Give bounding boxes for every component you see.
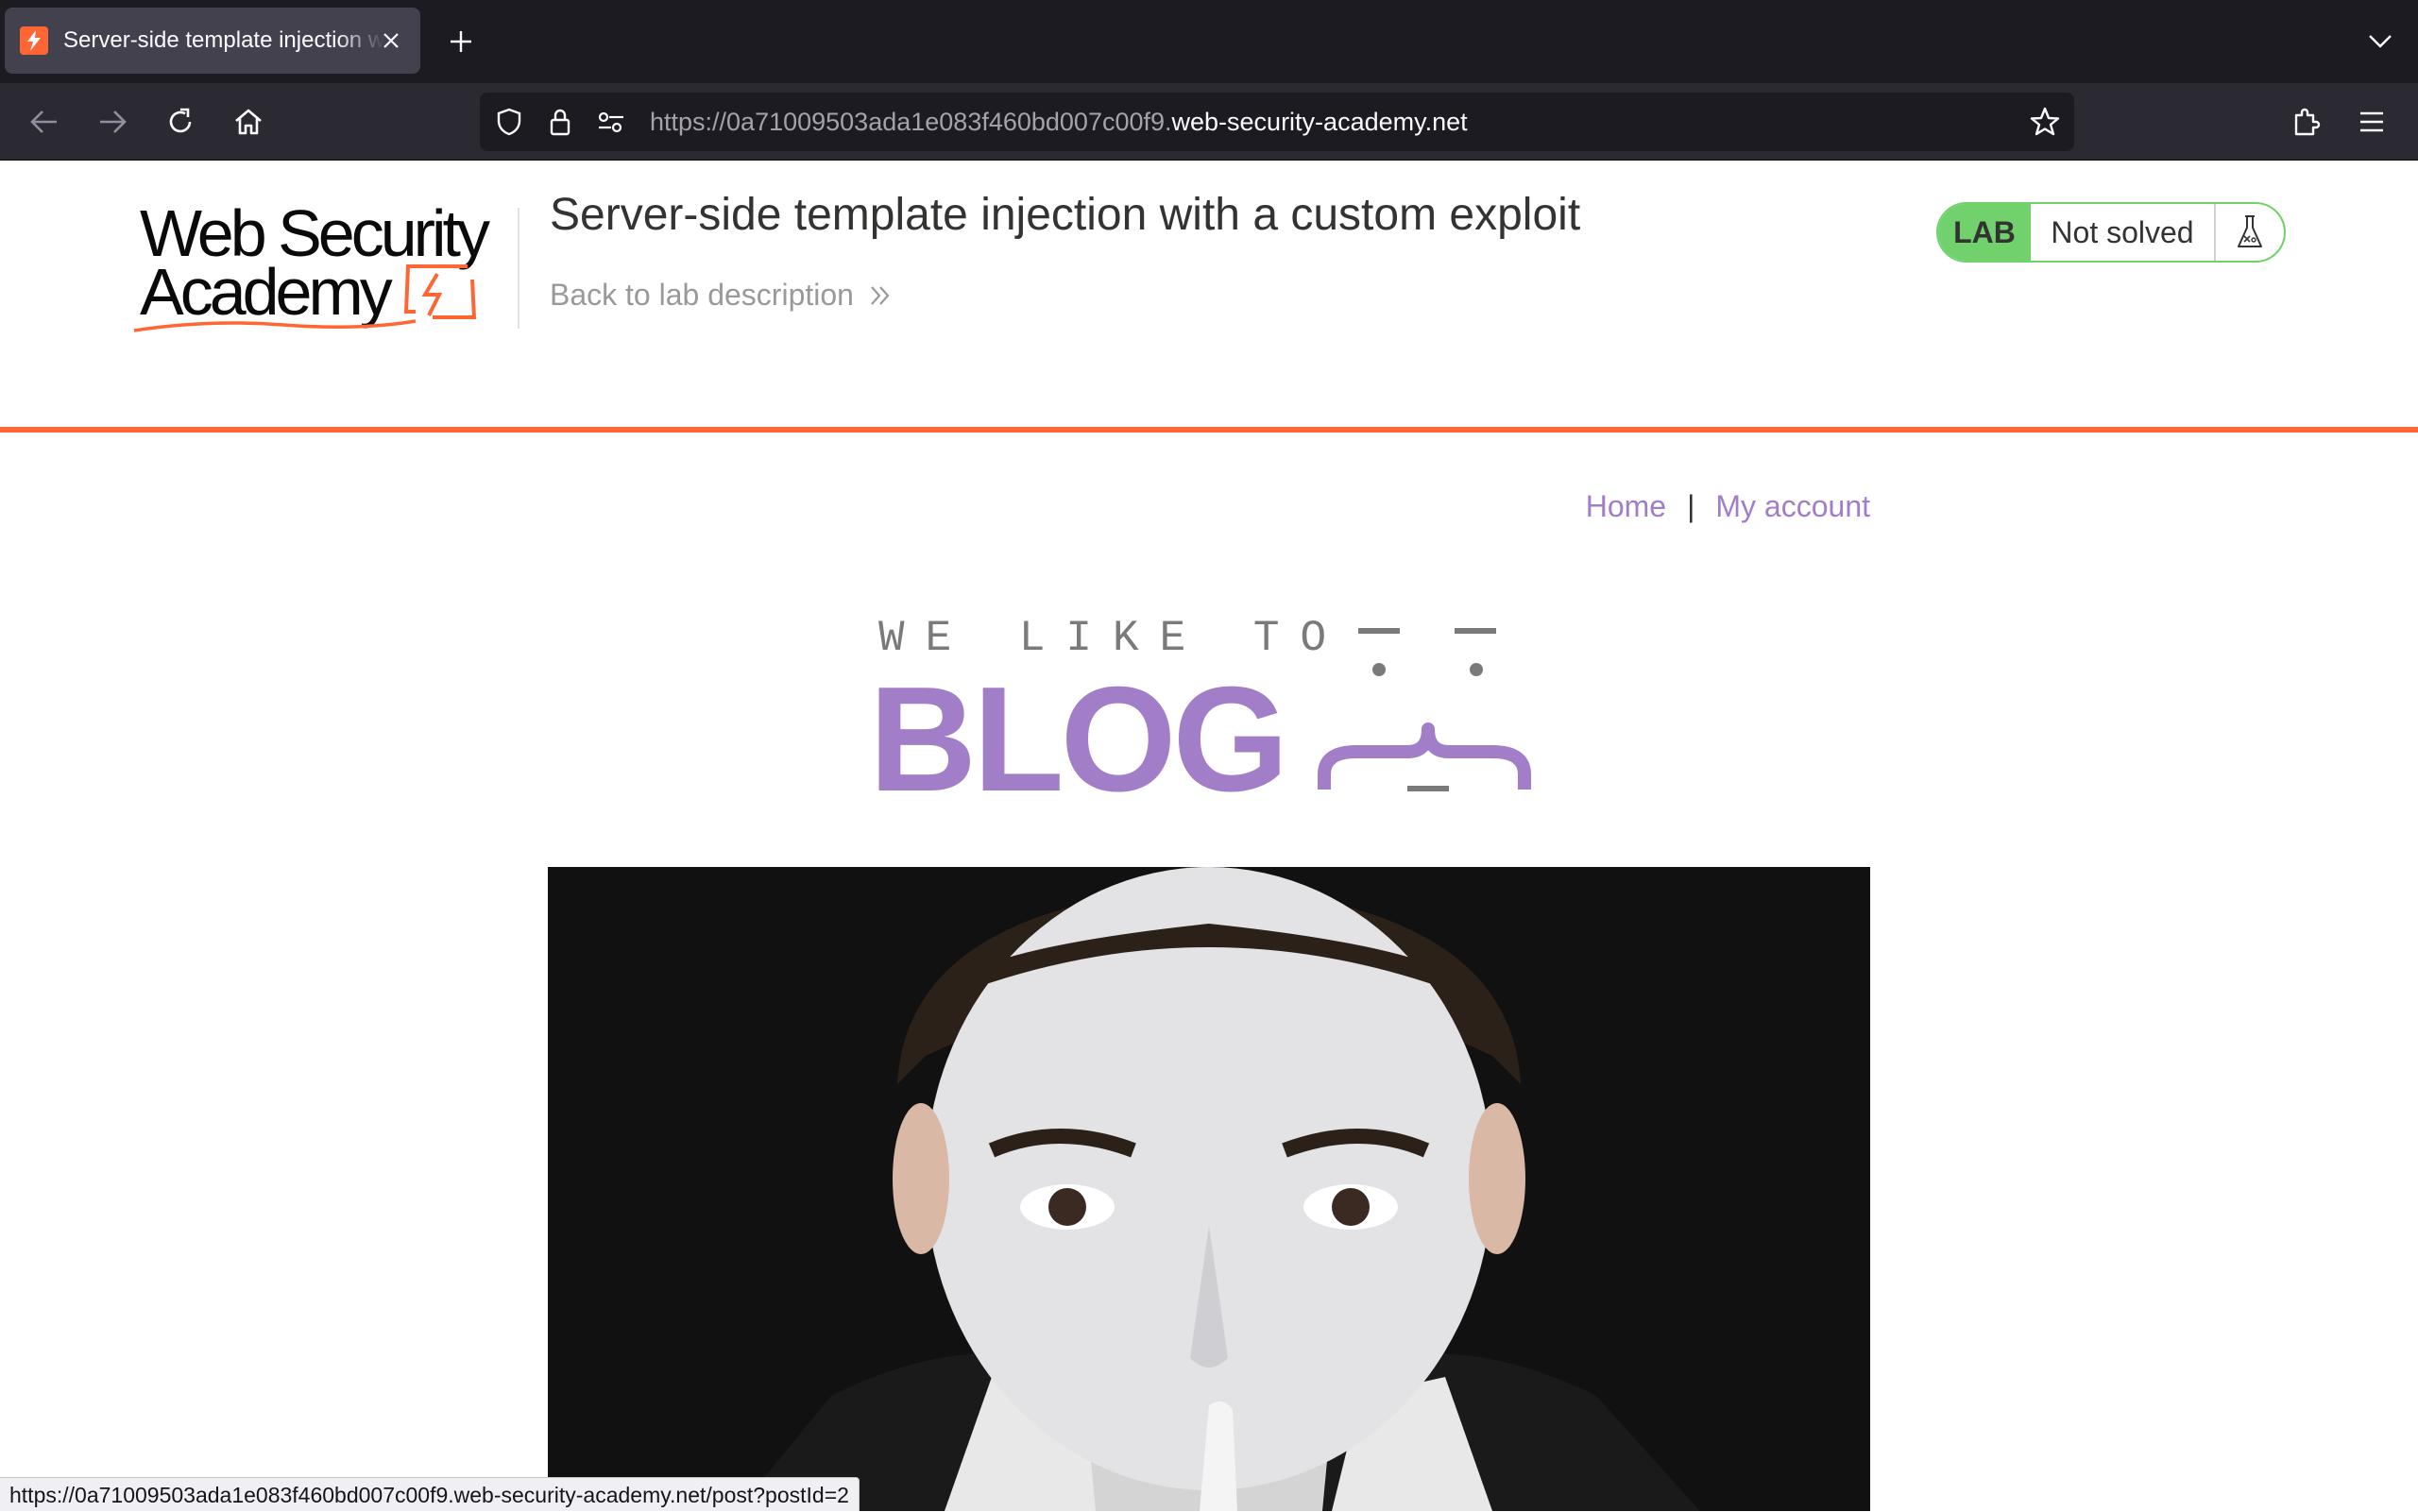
active-tab[interactable]: Server-side template injection with a cu… — [5, 8, 420, 74]
url-text[interactable]: https://0a71009503ada1e083f460bd007c00f9… — [650, 93, 1468, 151]
url-bar[interactable]: https://0a71009503ada1e083f460bd007c00f9… — [480, 93, 2074, 151]
lab-badge: LAB — [1938, 204, 2031, 261]
home-link[interactable]: Home — [1586, 489, 1666, 524]
mime-portrait-image — [548, 867, 1870, 1511]
my-account-link[interactable]: My account — [1715, 489, 1870, 524]
blog-banner: WE LIKE TO BLOG — [869, 614, 1549, 814]
browser-tab-strip: Server-side template injection with a cu… — [0, 0, 2418, 83]
url-prefix: https://0a71009503ada1e083f460bd007c00f9… — [650, 108, 1172, 136]
blog-post-image[interactable] — [548, 867, 1870, 1511]
extensions-icon[interactable] — [2284, 100, 2327, 144]
banner-face-icon — [1318, 628, 1531, 791]
web-security-academy-logo[interactable]: Web Security Academy — [132, 198, 519, 349]
lab-header: Web Security Academy Server-side templat… — [0, 161, 2418, 433]
lab-title: Server-side template injection with a cu… — [550, 190, 1581, 240]
home-icon[interactable] — [227, 100, 270, 144]
lab-status-text: Not solved — [2031, 204, 2216, 261]
new-tab-plus-icon[interactable] — [442, 23, 480, 60]
tab-title: Server-side template injection with a cu… — [63, 27, 384, 53]
back-link-label: Back to lab description — [550, 278, 854, 312]
lab-status-widget[interactable]: LAB Not solved — [1936, 202, 2286, 263]
url-domain: web-security-academy.net — [1171, 108, 1468, 136]
link-status-bar: https://0a71009503ada1e083f460bd007c00f9… — [0, 1477, 860, 1511]
header-divider — [518, 208, 519, 329]
back-to-lab-description-link[interactable]: Back to lab description — [550, 278, 894, 313]
close-tab-icon[interactable] — [377, 26, 405, 55]
tab-list-chevron-down-icon[interactable] — [2361, 25, 2399, 59]
lightning-favicon-icon — [20, 26, 48, 55]
logo-flash-mark-icon — [133, 264, 477, 332]
nav-separator: | — [1687, 489, 1695, 523]
lock-icon[interactable] — [544, 106, 576, 138]
menu-icon[interactable] — [2350, 100, 2393, 144]
flask-icon — [2216, 204, 2284, 261]
chevron-right-icon — [867, 282, 894, 309]
site-navigation: Home | My account — [1586, 489, 1870, 524]
permissions-icon[interactable] — [595, 106, 627, 138]
orange-divider — [0, 427, 2418, 433]
reload-icon[interactable] — [159, 100, 202, 144]
bookmark-star-icon[interactable] — [2029, 106, 2061, 138]
browser-navigation-bar: https://0a71009503ada1e083f460bd007c00f9… — [0, 83, 2418, 161]
shield-icon[interactable] — [493, 106, 525, 138]
forward-icon[interactable] — [91, 100, 134, 144]
back-icon[interactable] — [23, 100, 66, 144]
